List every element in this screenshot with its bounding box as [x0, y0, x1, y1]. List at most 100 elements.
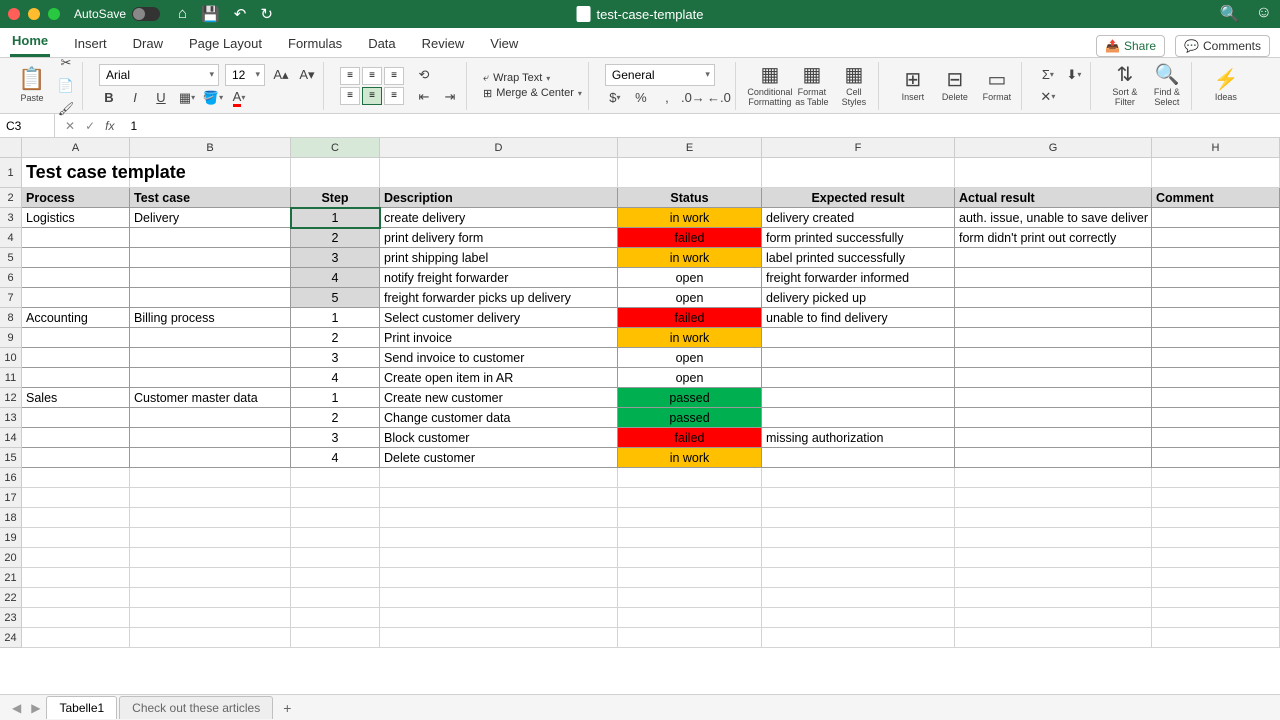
col-header[interactable]: G	[955, 138, 1152, 158]
cell[interactable]	[955, 508, 1152, 528]
cell[interactable]	[291, 608, 380, 628]
cell[interactable]	[1152, 348, 1280, 368]
cell[interactable]	[130, 158, 291, 188]
copy-icon[interactable]: 📄	[56, 76, 76, 96]
cell[interactable]	[22, 368, 130, 388]
cell[interactable]	[762, 448, 955, 468]
formula-input[interactable]: 1	[124, 119, 1280, 133]
wrap-text-button[interactable]: ⤶ Wrap Text ▾	[483, 72, 582, 85]
merge-button[interactable]: ⊞ Merge & Center ▾	[483, 87, 582, 100]
cell[interactable]	[130, 508, 291, 528]
cell[interactable]	[762, 488, 955, 508]
tab-view[interactable]: View	[488, 32, 520, 57]
cell[interactable]	[1152, 208, 1280, 228]
col-header[interactable]: B	[130, 138, 291, 158]
currency-icon[interactable]: $▾	[605, 88, 625, 108]
cell[interactable]: failed	[618, 228, 762, 248]
cell[interactable]: print shipping label	[380, 248, 618, 268]
col-header[interactable]: H	[1152, 138, 1280, 158]
close-icon[interactable]	[8, 8, 20, 20]
cell[interactable]: form didn't print out correctly	[955, 228, 1152, 248]
cell[interactable]	[291, 528, 380, 548]
align-top-left[interactable]: ≡	[340, 67, 360, 85]
title-cell[interactable]: Test case template	[22, 158, 130, 188]
cell[interactable]	[762, 348, 955, 368]
cell[interactable]	[130, 408, 291, 428]
clear-icon[interactable]: ✕▾	[1038, 87, 1058, 107]
cell[interactable]: 3	[291, 348, 380, 368]
tab-draw[interactable]: Draw	[131, 32, 165, 57]
cell[interactable]	[955, 408, 1152, 428]
sheet-nav-next[interactable]: ▶	[27, 701, 44, 715]
cell[interactable]	[22, 428, 130, 448]
cell[interactable]: failed	[618, 428, 762, 448]
cell[interactable]	[130, 568, 291, 588]
tab-formulas[interactable]: Formulas	[286, 32, 344, 57]
cell[interactable]	[618, 488, 762, 508]
cell[interactable]: 1	[291, 308, 380, 328]
undo-icon[interactable]: ↶	[234, 5, 247, 23]
cell[interactable]	[955, 568, 1152, 588]
cell[interactable]	[22, 348, 130, 368]
cell[interactable]	[130, 268, 291, 288]
cell[interactable]: passed	[618, 408, 762, 428]
delete-cells-button[interactable]: ⊟Delete	[937, 64, 973, 108]
cell[interactable]	[955, 288, 1152, 308]
row-header[interactable]: 24	[0, 628, 22, 648]
cell[interactable]: 2	[291, 328, 380, 348]
cell[interactable]	[380, 608, 618, 628]
cell[interactable]	[618, 508, 762, 528]
header-cell[interactable]: Process	[22, 188, 130, 208]
cell[interactable]	[380, 528, 618, 548]
cell[interactable]	[22, 568, 130, 588]
row-header[interactable]: 9	[0, 328, 22, 348]
fill-color-button[interactable]: 🪣▾	[203, 88, 223, 108]
cell[interactable]	[618, 528, 762, 548]
cell[interactable]	[1152, 528, 1280, 548]
cell[interactable]	[130, 608, 291, 628]
format-as-table-button[interactable]: ▦Format as Table	[794, 64, 830, 108]
select-all-corner[interactable]	[0, 138, 22, 158]
cell[interactable]	[762, 368, 955, 388]
cell[interactable]	[762, 328, 955, 348]
row-header[interactable]: 14	[0, 428, 22, 448]
maximize-icon[interactable]	[48, 8, 60, 20]
cell[interactable]: Create new customer	[380, 388, 618, 408]
cell[interactable]	[1152, 268, 1280, 288]
cell[interactable]	[955, 528, 1152, 548]
cell[interactable]	[1152, 328, 1280, 348]
cell[interactable]	[130, 628, 291, 648]
italic-button[interactable]: I	[125, 88, 145, 108]
cell[interactable]	[955, 308, 1152, 328]
cell[interactable]	[22, 328, 130, 348]
tab-page-layout[interactable]: Page Layout	[187, 32, 264, 57]
cell[interactable]	[130, 548, 291, 568]
cell[interactable]	[22, 408, 130, 428]
cell[interactable]	[380, 508, 618, 528]
cell[interactable]	[22, 448, 130, 468]
cell[interactable]: Change customer data	[380, 408, 618, 428]
switch-icon[interactable]	[132, 7, 160, 21]
cell[interactable]	[618, 568, 762, 588]
cell[interactable]	[291, 628, 380, 648]
cell[interactable]	[955, 428, 1152, 448]
cell[interactable]	[380, 588, 618, 608]
row-header[interactable]: 16	[0, 468, 22, 488]
cell[interactable]	[618, 628, 762, 648]
cell[interactable]	[22, 248, 130, 268]
cell[interactable]	[762, 628, 955, 648]
account-icon[interactable]: ☺	[1256, 4, 1272, 24]
cell-styles-button[interactable]: ▦Cell Styles	[836, 64, 872, 108]
align-right[interactable]: ≡	[384, 87, 404, 105]
autosum-icon[interactable]: Σ▾	[1038, 65, 1058, 85]
cell[interactable]	[380, 158, 618, 188]
cell[interactable]	[955, 248, 1152, 268]
search-icon[interactable]: 🔍	[1220, 4, 1240, 24]
cell[interactable]	[130, 348, 291, 368]
underline-button[interactable]: U	[151, 88, 171, 108]
row-header[interactable]: 23	[0, 608, 22, 628]
cell[interactable]	[380, 488, 618, 508]
cell[interactable]	[762, 508, 955, 528]
cell[interactable]	[955, 388, 1152, 408]
cell[interactable]	[955, 548, 1152, 568]
